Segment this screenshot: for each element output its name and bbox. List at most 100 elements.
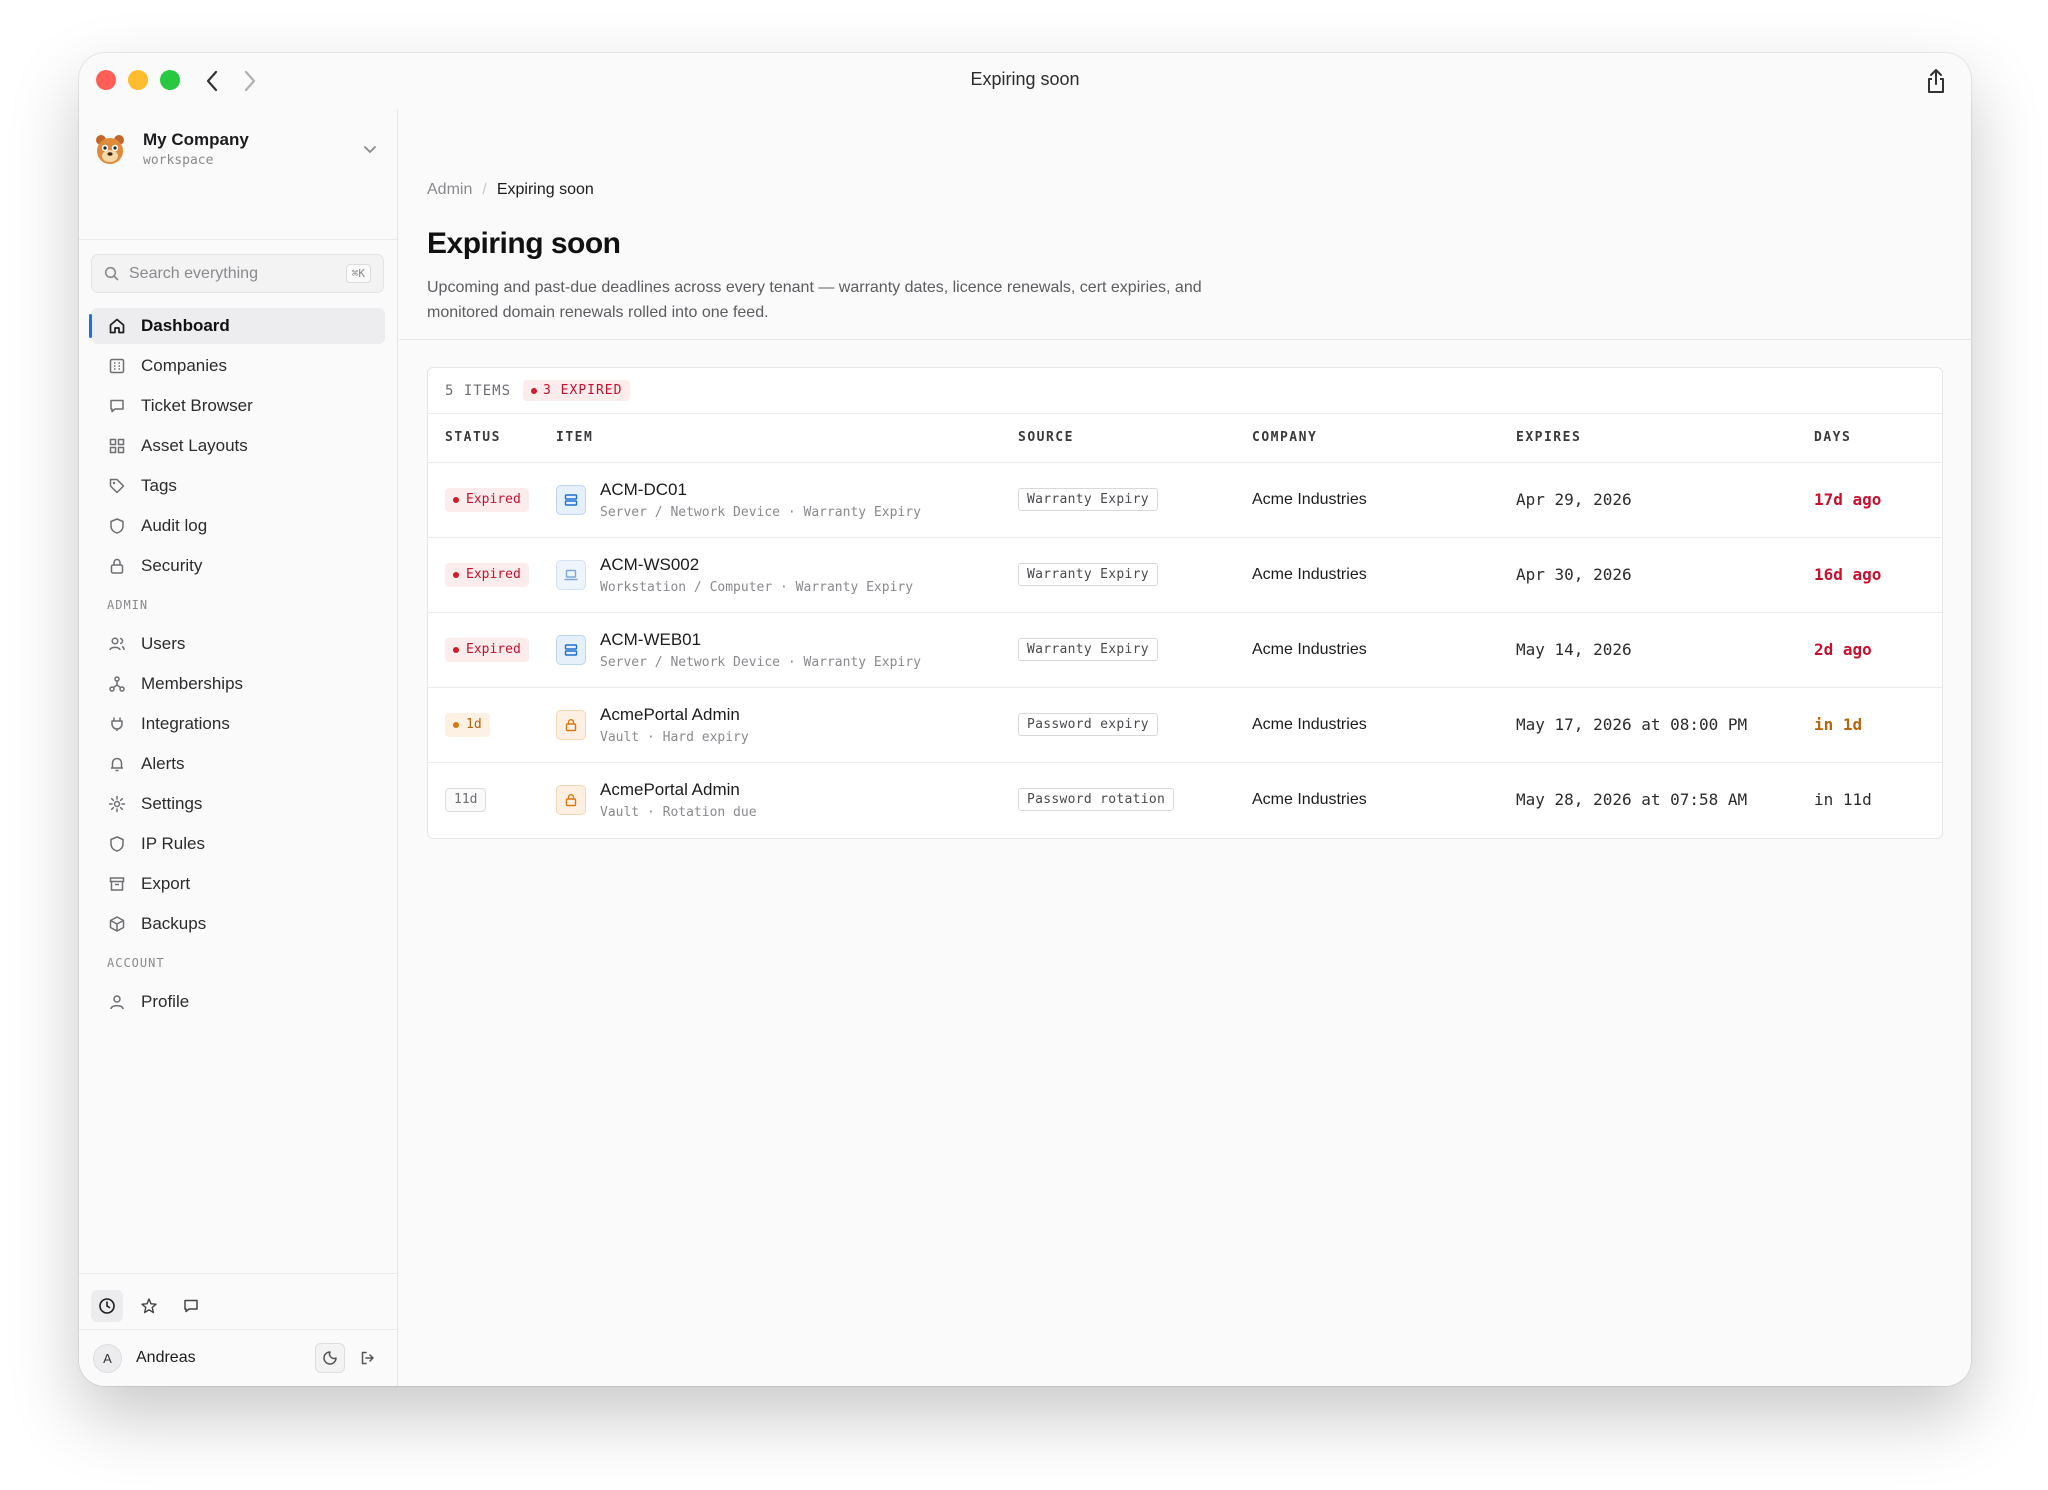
company-name: Acme Industries (1252, 565, 1367, 583)
item-name[interactable]: AcmePortal Admin (600, 705, 749, 725)
sidebar-item-tags[interactable]: Tags (91, 468, 385, 504)
chevron-down-icon (364, 146, 376, 153)
users-icon (109, 637, 125, 651)
window-title: Expiring soon (970, 69, 1080, 89)
main-content: Admin / Expiring soon Expiring soon Upco… (399, 109, 1971, 1386)
bell-icon (111, 757, 123, 772)
expires-date: Apr 29, 2026 (1516, 489, 1632, 509)
laptop-icon (556, 559, 586, 590)
sidebar-item-integrations[interactable]: Integrations (91, 706, 385, 742)
user-name[interactable]: Andreas (136, 1349, 196, 1367)
user-menu: A Andreas (93, 1338, 383, 1378)
sidebar-item-export[interactable]: Export (91, 866, 385, 902)
expired-count-label: 3 EXPIRED (543, 383, 623, 398)
table-row[interactable]: 11d AcmePortal Admin Vault · Rotation due… (428, 762, 1942, 837)
sidebar-item-users[interactable]: Users (91, 626, 385, 662)
plug-icon (111, 717, 123, 731)
sidebar-item-backups[interactable]: Backups (91, 906, 385, 942)
table-row[interactable]: Expired ACM-DC01 Server / Network Device … (428, 462, 1942, 538)
expires-date: May 17, 2026 at 08:00 PM (1516, 714, 1748, 734)
logout-button[interactable] (353, 1343, 383, 1373)
sidebar-item-label: IP Rules (141, 834, 205, 853)
search-placeholder: Search everything (129, 264, 258, 282)
feedback-button[interactable] (175, 1290, 207, 1322)
favorites-button[interactable] (133, 1290, 165, 1322)
sidebar-item-ip-rules[interactable]: IP Rules (91, 826, 385, 862)
source-tag: Warranty Expiry (1018, 638, 1158, 661)
status-label: Expired (466, 492, 521, 507)
page-description: Upcoming and past-due deadlines across e… (427, 279, 1202, 321)
app-window: Expiring soon My Company workspace Searc… (79, 53, 1971, 1386)
item-name[interactable]: ACM-WS002 (600, 555, 913, 575)
status-label: Expired (466, 567, 521, 582)
days-value: 17d ago (1814, 489, 1882, 509)
expiring-items-card: 5 ITEMS 3 EXPIRED STATUS ITEM SOURCE COM… (427, 367, 1943, 839)
sidebar-item-ticket-browser[interactable]: Ticket Browser (91, 388, 385, 424)
column-header-status[interactable]: STATUS (428, 414, 556, 463)
table-row[interactable]: Expired ACM-WEB01 Server / Network Device… (428, 612, 1942, 688)
item-name[interactable]: AcmePortal Admin (600, 780, 757, 800)
share-icon (1928, 69, 1944, 93)
breadcrumb-admin-link[interactable]: Admin (427, 181, 472, 199)
status-dot (453, 721, 459, 728)
column-header-days[interactable]: DAYS (1814, 414, 1942, 463)
building-icon (109, 358, 125, 374)
item-name[interactable]: ACM-DC01 (600, 480, 921, 500)
sidebar-item-security[interactable]: Security (91, 548, 385, 584)
item-name[interactable]: ACM-WEB01 (600, 630, 921, 650)
divider (399, 339, 1971, 340)
sidebar-item-alerts[interactable]: Alerts (91, 746, 385, 782)
avatar[interactable]: A (93, 1343, 122, 1373)
lock-icon (556, 784, 586, 815)
sidebar-item-label: Dashboard (141, 316, 230, 335)
sidebar-item-label: Settings (141, 794, 203, 813)
source-tag: Password rotation (1018, 788, 1175, 812)
sidebar-item-label: Integrations (141, 714, 230, 733)
status-badge: Expired (445, 562, 529, 587)
message-icon (184, 1299, 198, 1313)
column-header-item[interactable]: ITEM (556, 414, 1018, 463)
sidebar-item-profile[interactable]: Profile (91, 984, 385, 1020)
status-badge: 1d (445, 712, 490, 737)
table-row[interactable]: 1d AcmePortal Admin Vault · Hard expiry P… (428, 687, 1942, 763)
item-meta: Server / Network Device · Warranty Expir… (600, 654, 921, 670)
sidebar-item-dashboard[interactable]: Dashboard (89, 308, 385, 344)
title-bar: Expiring soon (79, 53, 1971, 109)
sidebar-item-label: Security (141, 556, 203, 575)
days-value: 16d ago (1814, 564, 1882, 584)
nav-section-admin: ADMIN (107, 598, 149, 612)
item-meta: Vault · Hard expiry (600, 729, 749, 745)
item-count: 5 ITEMS (445, 382, 512, 399)
message-icon (110, 399, 124, 413)
sidebar-item-label: Profile (141, 992, 190, 1011)
sidebar-item-label: Ticket Browser (141, 396, 253, 415)
divider (79, 1273, 397, 1274)
share-button[interactable] (1917, 63, 1955, 99)
sidebar-item-asset-layouts[interactable]: Asset Layouts (91, 428, 385, 464)
search-shortcut: ⌘K (345, 264, 371, 283)
theme-toggle-button[interactable] (315, 1343, 345, 1373)
lock-icon (110, 558, 124, 574)
sidebar-item-settings[interactable]: Settings (91, 786, 385, 822)
search-input[interactable]: Search everything ⌘K (91, 254, 384, 293)
sidebar-item-label: Alerts (141, 754, 185, 773)
sidebar-item-audit-log[interactable]: Audit log (91, 508, 385, 544)
page-title: Expiring soon (427, 227, 621, 260)
workspace-subtitle: workspace (143, 153, 214, 168)
company-name: Acme Industries (1252, 640, 1367, 658)
status-dot (453, 571, 459, 578)
sidebar-item-label: Audit log (141, 516, 208, 535)
column-header-expires[interactable]: EXPIRES (1516, 414, 1814, 463)
sidebar-item-memberships[interactable]: Memberships (91, 666, 385, 702)
table-row[interactable]: Expired ACM-WS002 Workstation / Computer … (428, 537, 1942, 613)
workspace-name: My Company (143, 130, 249, 149)
source-tag: Warranty Expiry (1018, 563, 1158, 586)
recent-button[interactable] (91, 1290, 123, 1322)
column-header-source[interactable]: SOURCE (1018, 414, 1252, 463)
sidebar-item-companies[interactable]: Companies (91, 348, 385, 384)
moon-icon (323, 1351, 337, 1365)
expires-date: Apr 30, 2026 (1516, 564, 1632, 584)
workspace-switcher[interactable]: My Company workspace (93, 127, 383, 171)
status-badge: Expired (445, 637, 529, 662)
column-header-company[interactable]: COMPANY (1252, 414, 1516, 463)
